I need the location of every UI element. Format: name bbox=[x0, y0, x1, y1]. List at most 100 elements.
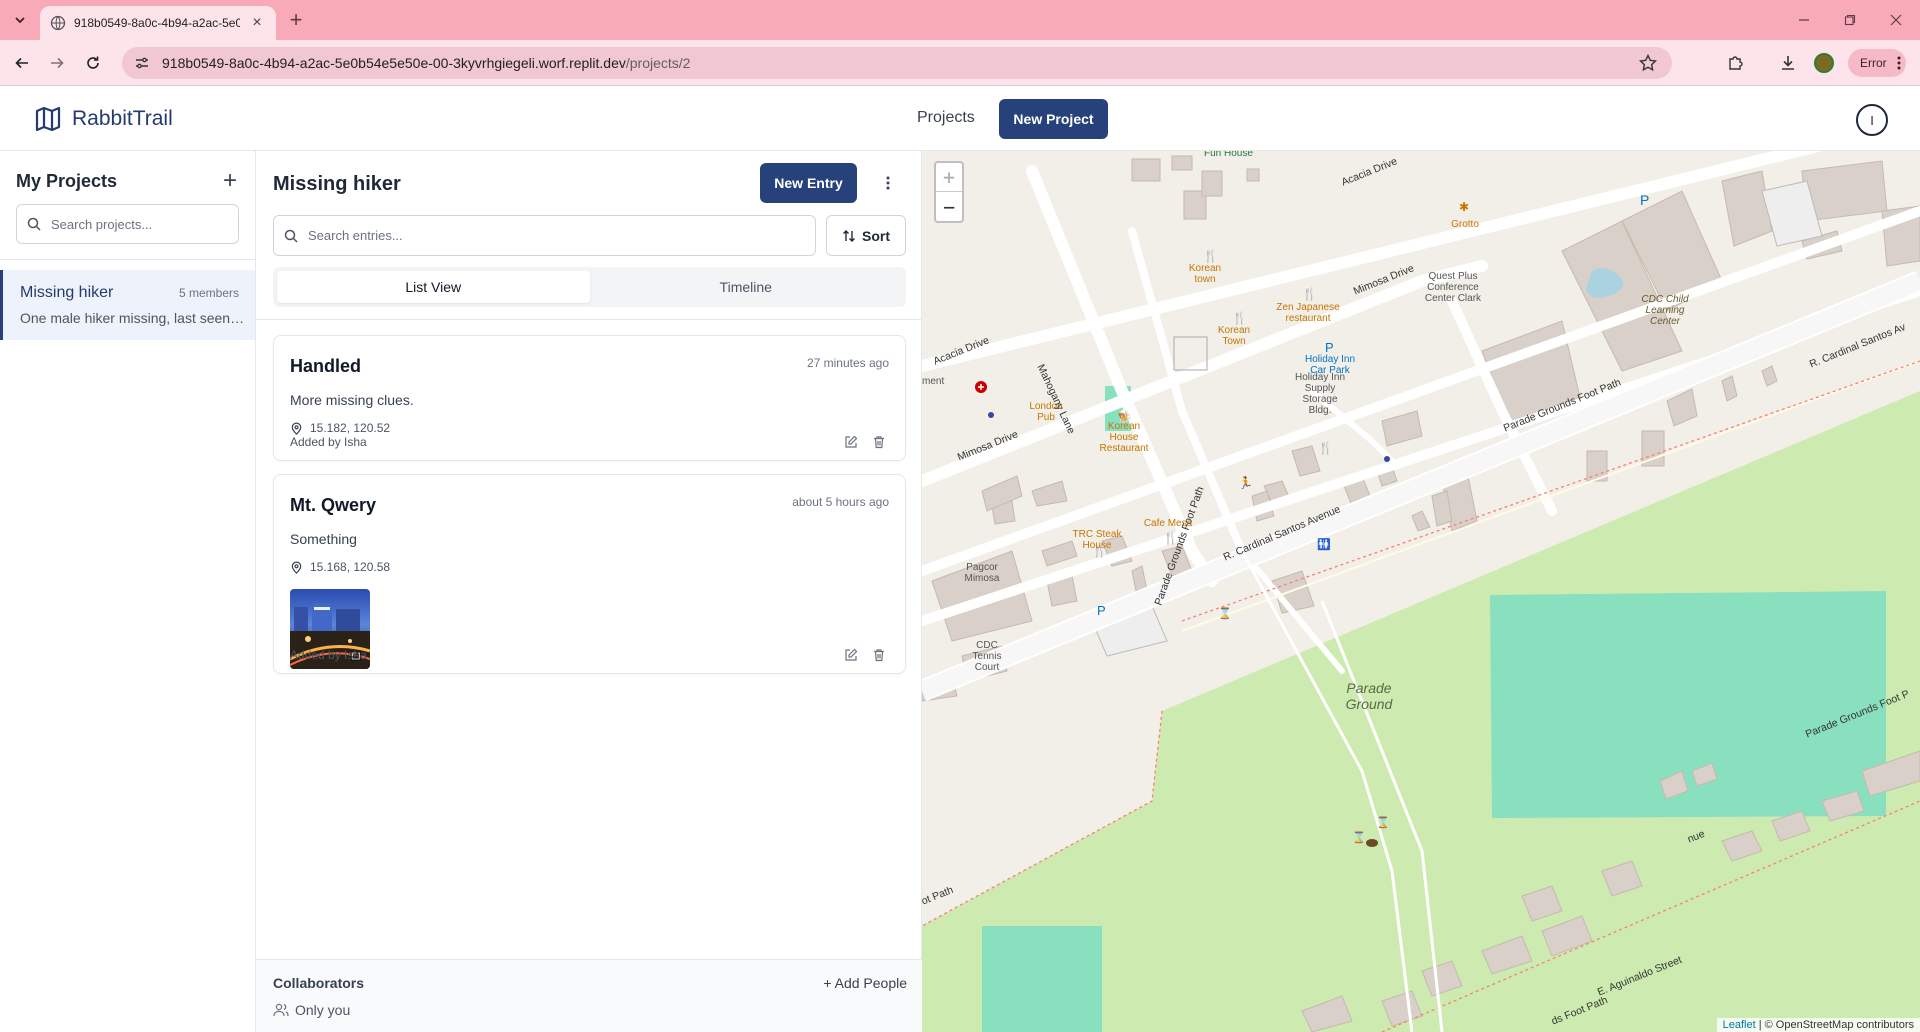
zoom-in-button[interactable]: + bbox=[936, 163, 962, 192]
recreation-icon: 🏃 bbox=[1238, 476, 1253, 490]
back-button[interactable] bbox=[9, 50, 35, 76]
entry-search[interactable] bbox=[273, 215, 816, 256]
close-window-button[interactable] bbox=[1876, 8, 1916, 32]
sort-button[interactable]: Sort bbox=[826, 215, 906, 256]
zoom-out-button[interactable]: − bbox=[936, 192, 962, 221]
globe-icon bbox=[50, 15, 66, 31]
bookmark-star-icon[interactable] bbox=[1638, 53, 1658, 73]
projects-sidebar: My Projects + Missing hiker 5 members On… bbox=[0, 151, 256, 1032]
entry-coordinates: 15.182, 120.52 bbox=[310, 421, 391, 435]
restore-button[interactable] bbox=[1830, 8, 1870, 32]
brand-name: RabbitTrail bbox=[72, 107, 173, 130]
nav-projects-link[interactable]: Projects bbox=[917, 109, 975, 127]
entry-card[interactable]: Handled 27 minutes ago More missing clue… bbox=[273, 335, 906, 461]
new-entry-button[interactable]: New Entry bbox=[760, 163, 857, 203]
map-pin-icon bbox=[291, 422, 302, 435]
puzzle-icon bbox=[1729, 56, 1743, 70]
minimize-icon bbox=[1799, 19, 1809, 21]
restore-icon bbox=[1844, 14, 1856, 26]
error-menu-button[interactable]: Error bbox=[1848, 49, 1906, 77]
delete-entry-button[interactable] bbox=[871, 647, 887, 663]
browser-tab[interactable]: 918b0549-8a0c-4b94-a2ac-5e0 × bbox=[40, 6, 276, 40]
user-avatar[interactable]: I bbox=[1856, 104, 1888, 136]
app-header: RabbitTrail Projects New Project I bbox=[0, 87, 1920, 151]
only-you-label: Only you bbox=[295, 1002, 351, 1018]
entry-title: Handled bbox=[290, 356, 362, 376]
users-icon bbox=[273, 1003, 289, 1017]
address-bar[interactable]: 918b0549-8a0c-4b94-a2ac-5e0b54e5e50e-00-… bbox=[122, 47, 1672, 79]
fountain-icon bbox=[1366, 839, 1378, 847]
green-field bbox=[1490, 591, 1886, 818]
entry-description: More missing clues. bbox=[290, 392, 414, 408]
project-options-button[interactable] bbox=[876, 171, 900, 195]
leaflet-link[interactable]: Leaflet bbox=[1723, 1019, 1756, 1031]
map-label-cdc-tennis: CDC Tennis Court bbox=[972, 640, 1002, 673]
new-project-button[interactable]: New Project bbox=[999, 99, 1108, 139]
sidebar-title: My Projects bbox=[16, 171, 118, 191]
search-icon bbox=[284, 229, 298, 243]
view-tabs: List View Timeline bbox=[273, 267, 906, 307]
forward-button[interactable] bbox=[44, 50, 70, 76]
map-point-marker bbox=[1384, 456, 1390, 462]
monument-icon: ⌛ bbox=[1218, 607, 1232, 620]
map-pin-icon bbox=[291, 561, 302, 574]
tab-list-button[interactable] bbox=[6, 8, 34, 32]
map-label-cdc-child: CDC Child Learning Center bbox=[1641, 294, 1689, 327]
map-label-parking: P bbox=[1640, 192, 1650, 208]
sort-arrows-icon bbox=[843, 229, 855, 242]
edit-icon bbox=[845, 648, 858, 661]
browser-tabstrip: 918b0549-8a0c-4b94-a2ac-5e0 × + bbox=[0, 0, 1920, 40]
tab-timeline[interactable]: Timeline bbox=[590, 271, 903, 303]
kebab-menu-icon bbox=[1897, 56, 1901, 70]
chevron-down-icon bbox=[15, 17, 25, 24]
site-settings-icon[interactable] bbox=[134, 55, 150, 71]
entry-timestamp: about 5 hours ago bbox=[792, 495, 889, 509]
map-icon bbox=[35, 106, 61, 132]
map-label-parking: P bbox=[1325, 340, 1334, 355]
entry-card[interactable]: Mt. Qwery about 5 hours ago Something 15… bbox=[273, 474, 906, 674]
map-label-pagcor: Pagcor Mimosa bbox=[964, 562, 1000, 584]
entry-location: 15.168, 120.58 bbox=[290, 560, 390, 574]
edit-entry-button[interactable] bbox=[843, 434, 859, 450]
tab-close-icon[interactable]: × bbox=[248, 14, 266, 32]
project-search-input[interactable] bbox=[51, 216, 211, 232]
add-project-button[interactable]: + bbox=[218, 167, 242, 195]
map-label-korean-house: Korean House Restaurant bbox=[1099, 421, 1149, 454]
entry-description: Something bbox=[290, 531, 357, 547]
add-people-button[interactable]: + Add People bbox=[823, 975, 907, 991]
extensions-button[interactable] bbox=[1724, 51, 1748, 75]
svg-text:🍴: 🍴 bbox=[1302, 287, 1317, 301]
entry-author: Added by Isha bbox=[290, 435, 367, 449]
map-label-quest: Quest Plus Conference Center Clark bbox=[1424, 271, 1482, 304]
entry-timestamp: 27 minutes ago bbox=[806, 356, 889, 370]
entry-author: Added by Isha bbox=[290, 648, 367, 662]
map-view[interactable]: 🍴 🍴 🍴 🍺 ▾ 🍴 🍴 🍴 🍴 ✱ 🏃 🚻 ⌛ ⌛ ⌛ Fun House … bbox=[922, 151, 1920, 1032]
green-field bbox=[982, 926, 1102, 1032]
project-search[interactable] bbox=[16, 204, 239, 244]
url-path: /projects/2 bbox=[625, 55, 691, 71]
entry-coordinates: 15.168, 120.58 bbox=[310, 560, 391, 574]
svg-text:🍴: 🍴 bbox=[1318, 441, 1333, 455]
edit-entry-button[interactable] bbox=[843, 647, 859, 663]
monument-icon: ⌛ bbox=[1376, 816, 1390, 829]
delete-entry-button[interactable] bbox=[871, 434, 887, 450]
downloads-button[interactable] bbox=[1776, 51, 1800, 75]
collaborators-title: Collaborators bbox=[273, 975, 365, 991]
url-host: 918b0549-8a0c-4b94-a2ac-5e0b54e5e50e-00-… bbox=[162, 55, 626, 71]
entry-title: Mt. Qwery bbox=[290, 495, 377, 515]
new-tab-button[interactable]: + bbox=[284, 8, 308, 32]
map-label-parking: P bbox=[1097, 603, 1106, 618]
zoom-control: + − bbox=[934, 161, 964, 223]
brand-logo[interactable]: RabbitTrail bbox=[34, 105, 173, 133]
map-label-grotto: Grotto bbox=[1451, 219, 1479, 230]
entry-search-input[interactable] bbox=[308, 228, 788, 243]
profile-avatar[interactable] bbox=[1814, 53, 1834, 73]
reload-button[interactable] bbox=[80, 50, 106, 76]
map-label-zen: Zen Japanese restaurant bbox=[1276, 302, 1340, 324]
minimize-button[interactable] bbox=[1784, 8, 1824, 32]
trash-icon bbox=[874, 436, 884, 449]
monument-icon: ⌛ bbox=[1352, 831, 1366, 844]
svg-text:✱: ✱ bbox=[1459, 200, 1469, 214]
project-item-missing-hiker[interactable]: Missing hiker 5 members One male hiker m… bbox=[0, 270, 255, 340]
tab-list-view[interactable]: List View bbox=[277, 271, 590, 303]
